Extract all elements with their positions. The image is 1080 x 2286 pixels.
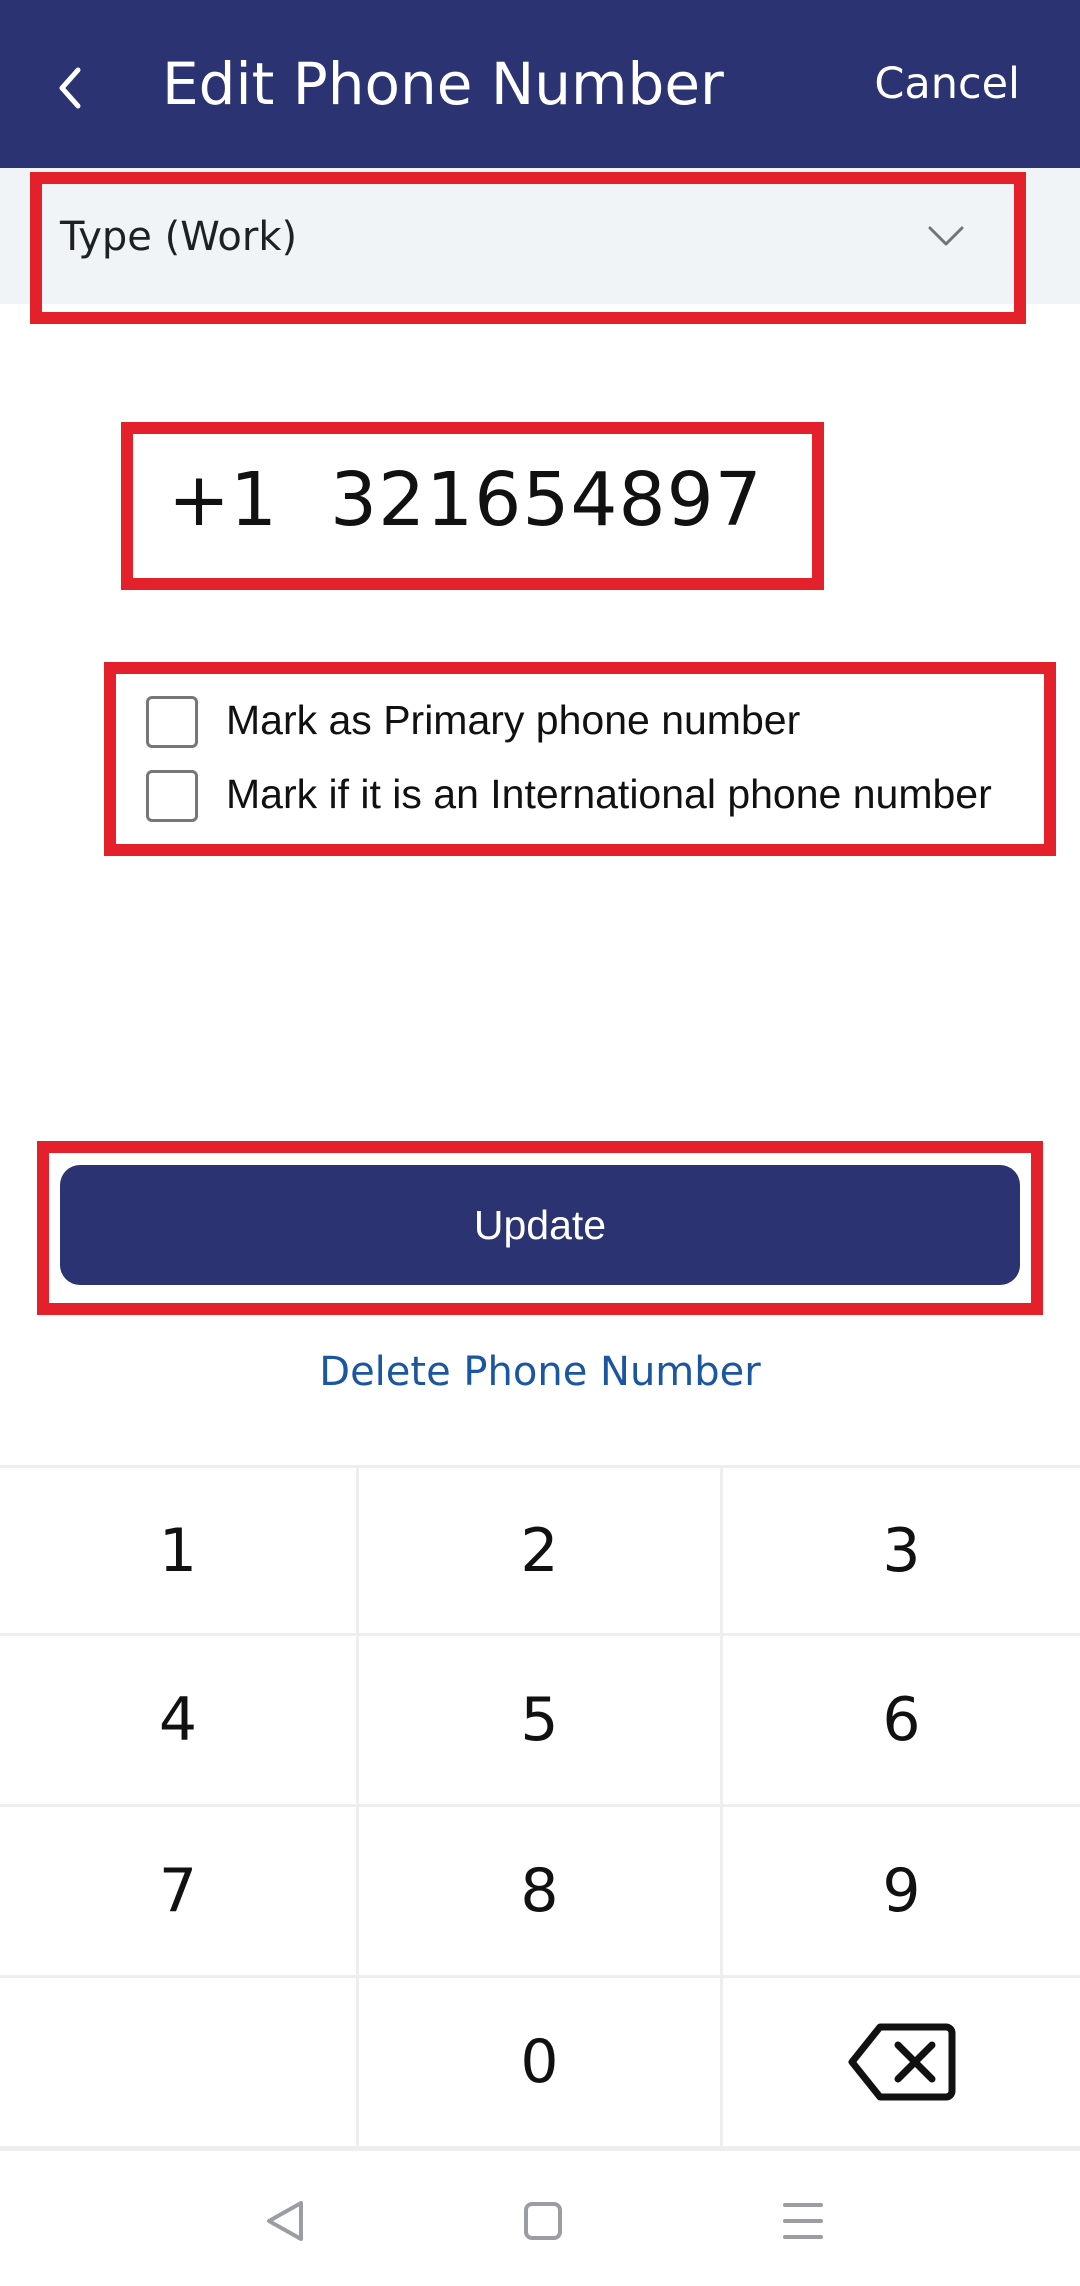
back-button[interactable] xyxy=(40,44,100,124)
international-phone-label: Mark if it is an International phone num… xyxy=(226,771,992,817)
backspace-icon xyxy=(848,2023,955,2101)
key-backspace[interactable] xyxy=(723,1978,1080,2146)
cancel-button[interactable]: Cancel xyxy=(874,54,1020,114)
nav-menu-button[interactable] xyxy=(763,2181,843,2261)
key-1[interactable]: 1 xyxy=(0,1468,356,1633)
nav-back-button[interactable] xyxy=(245,2181,325,2261)
international-phone-option[interactable]: Mark if it is an International phone num… xyxy=(146,764,1046,824)
nav-home-button[interactable] xyxy=(503,2181,583,2261)
key-0[interactable]: 0 xyxy=(359,1978,720,2146)
update-button-label: Update xyxy=(473,1202,607,1248)
nav-menu-icon xyxy=(783,2203,823,2239)
key-4[interactable]: 4 xyxy=(0,1636,356,1804)
international-phone-checkbox[interactable] xyxy=(146,770,198,822)
delete-phone-link[interactable]: Delete Phone Number xyxy=(0,1342,1080,1402)
phone-number-input[interactable]: 321654897 xyxy=(330,452,763,548)
country-code: +1 xyxy=(168,457,278,543)
type-dropdown-label: Type (Work) xyxy=(60,214,298,260)
chevron-down-icon xyxy=(928,226,964,246)
primary-phone-label: Mark as Primary phone number xyxy=(226,697,801,743)
key-2[interactable]: 2 xyxy=(359,1468,720,1633)
key-3[interactable]: 3 xyxy=(723,1468,1080,1633)
page-title: Edit Phone Number xyxy=(162,50,724,118)
primary-phone-option[interactable]: Mark as Primary phone number xyxy=(146,690,1046,750)
nav-back-icon xyxy=(267,2201,303,2241)
key-8[interactable]: 8 xyxy=(359,1807,720,1975)
update-button[interactable]: Update xyxy=(60,1165,1020,1285)
numeric-keypad: 1 2 3 4 5 6 7 8 9 0 xyxy=(0,1465,1080,2151)
key-empty xyxy=(0,1978,356,2146)
nav-home-icon xyxy=(524,2202,562,2240)
key-6[interactable]: 6 xyxy=(723,1636,1080,1804)
type-dropdown[interactable]: Type (Work) xyxy=(0,168,1080,304)
key-7[interactable]: 7 xyxy=(0,1807,356,1975)
system-nav-bar xyxy=(0,2151,1080,2286)
app-header: Edit Phone Number Cancel xyxy=(0,0,1080,168)
primary-phone-checkbox[interactable] xyxy=(146,696,198,748)
chevron-left-icon xyxy=(59,67,81,109)
key-9[interactable]: 9 xyxy=(723,1807,1080,1975)
key-5[interactable]: 5 xyxy=(359,1636,720,1804)
